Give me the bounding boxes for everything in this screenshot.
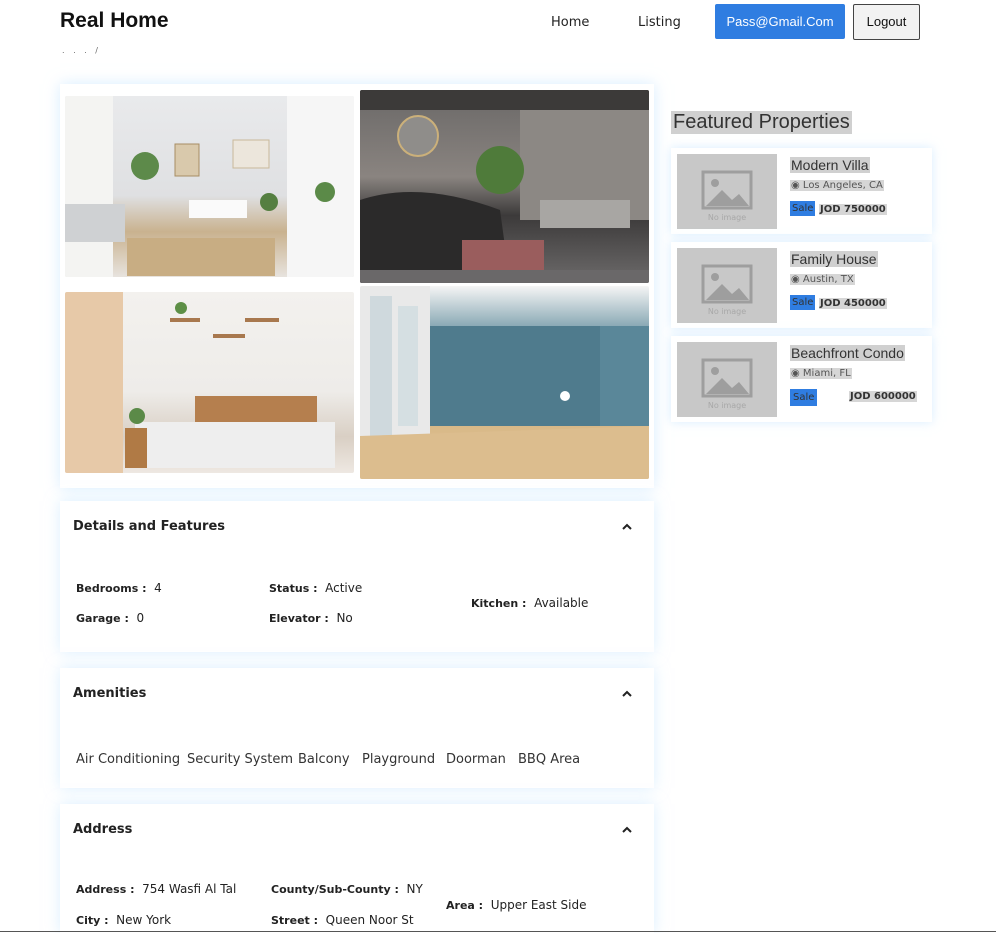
elevator-field: Elevator : No — [269, 611, 353, 625]
area-field: Area : Upper East Side — [446, 898, 587, 912]
address-label: Address : — [76, 883, 135, 896]
featured-properties-title: Featured Properties — [671, 111, 852, 134]
user-account-button[interactable]: Pass@Gmail.Com — [715, 4, 845, 39]
property-location: ◉ Miami, FL — [790, 368, 852, 379]
amenity-item: BBQ Area — [518, 752, 581, 767]
kitchen-label: Kitchen : — [471, 597, 527, 610]
address-title: Address — [73, 822, 133, 837]
county-label: County/Sub-County : — [271, 883, 399, 896]
details-title: Details and Features — [73, 519, 226, 534]
nav-home-link[interactable]: Home — [551, 15, 589, 30]
street-label: Street : — [271, 914, 319, 927]
elevator-label: Elevator : — [269, 612, 329, 625]
status-value: Active — [325, 581, 363, 595]
bedrooms-label: Bedrooms : — [76, 582, 147, 595]
map-pin-icon: ◉ — [791, 368, 800, 379]
street-value: Queen Noor St — [325, 913, 414, 927]
property-price: JOD 750000 — [819, 204, 887, 215]
elevator-value: No — [336, 611, 353, 625]
property-price: JOD 600000 — [849, 391, 917, 402]
bedrooms-field: Bedrooms : 4 — [76, 581, 162, 595]
no-image-placeholder: No image — [677, 154, 777, 229]
chevron-up-icon[interactable] — [620, 687, 634, 701]
amenities-panel: Amenities Air Conditioning Security Syst… — [60, 668, 654, 788]
area-label: Area : — [446, 899, 484, 912]
lounge-photo[interactable] — [360, 90, 649, 283]
amenity-item: Air Conditioning — [76, 752, 181, 767]
no-image-text: No image — [708, 213, 746, 222]
empty-room-photo[interactable] — [360, 286, 649, 479]
brand-logo[interactable]: Real Home — [60, 9, 169, 33]
chevron-up-icon[interactable] — [620, 823, 634, 837]
garage-label: Garage : — [76, 612, 129, 625]
garage-field: Garage : 0 — [76, 611, 144, 625]
chevron-up-icon[interactable] — [620, 520, 634, 534]
county-field: County/Sub-County : NY — [271, 882, 423, 896]
address-field: Address : 754 Wasfi Al Tal — [76, 882, 236, 896]
navbar: Real Home Home Listing Pass@Gmail.Com Lo… — [0, 0, 996, 46]
amenities-title: Amenities — [73, 686, 147, 701]
sale-badge: Sale — [790, 201, 816, 216]
property-name[interactable]: Modern Villa — [790, 157, 870, 173]
property-name[interactable]: Beachfront Condo — [790, 345, 905, 361]
bedrooms-value: 4 — [154, 581, 162, 595]
logout-button[interactable]: Logout — [853, 4, 920, 40]
property-card[interactable]: No image Family House ◉ Austin, TX Sale … — [671, 242, 932, 328]
amenity-item: Balcony — [298, 752, 350, 767]
city-field: City : New York — [76, 913, 171, 927]
city-value: New York — [116, 913, 172, 927]
amenity-item: Doorman — [446, 752, 506, 767]
no-image-text: No image — [708, 401, 746, 410]
area-value: Upper East Side — [490, 898, 587, 912]
kitchen-field: Kitchen : Available — [471, 596, 588, 610]
city-label: City : — [76, 914, 109, 927]
property-price: JOD 450000 — [819, 298, 887, 309]
status-field: Status : Active — [269, 581, 362, 595]
property-location-text: Miami, FL — [802, 368, 851, 379]
breadcrumb: . . . / — [62, 46, 101, 55]
no-image-text: No image — [708, 307, 746, 316]
living-room-photo[interactable] — [65, 96, 354, 277]
sale-badge: Sale — [790, 389, 818, 406]
map-pin-icon: ◉ — [791, 274, 800, 285]
property-location-text: Austin, TX — [802, 274, 854, 285]
property-card[interactable]: No image Beachfront Condo ◉ Miami, FL Sa… — [671, 336, 932, 422]
bedroom-photo[interactable] — [65, 292, 354, 473]
photo-gallery — [60, 84, 654, 488]
no-image-placeholder: No image — [677, 248, 777, 323]
divider — [0, 931, 996, 932]
sale-badge: Sale — [790, 295, 816, 310]
address-panel: Address Address : 754 Wasfi Al Tal City … — [60, 804, 654, 933]
no-image-placeholder: No image — [677, 342, 777, 417]
street-field: Street : Queen Noor St — [271, 913, 414, 927]
status-label: Status : — [269, 582, 318, 595]
nav-listing-link[interactable]: Listing — [638, 15, 681, 30]
property-location: ◉ Los Angeles, CA — [790, 180, 884, 191]
property-name[interactable]: Family House — [790, 251, 878, 267]
property-card[interactable]: No image Modern Villa ◉ Los Angeles, CA … — [671, 148, 932, 234]
details-panel: Details and Features Bedrooms : 4 Garage… — [60, 501, 654, 652]
map-pin-icon: ◉ — [791, 180, 800, 191]
amenity-item: Playground — [362, 752, 436, 767]
county-value: NY — [406, 882, 423, 896]
kitchen-value: Available — [534, 596, 589, 610]
garage-value: 0 — [136, 611, 145, 625]
property-location-text: Los Angeles, CA — [802, 180, 883, 191]
address-value: 754 Wasfi Al Tal — [142, 882, 237, 896]
property-location: ◉ Austin, TX — [790, 274, 855, 285]
amenity-item: Security System — [187, 752, 293, 767]
